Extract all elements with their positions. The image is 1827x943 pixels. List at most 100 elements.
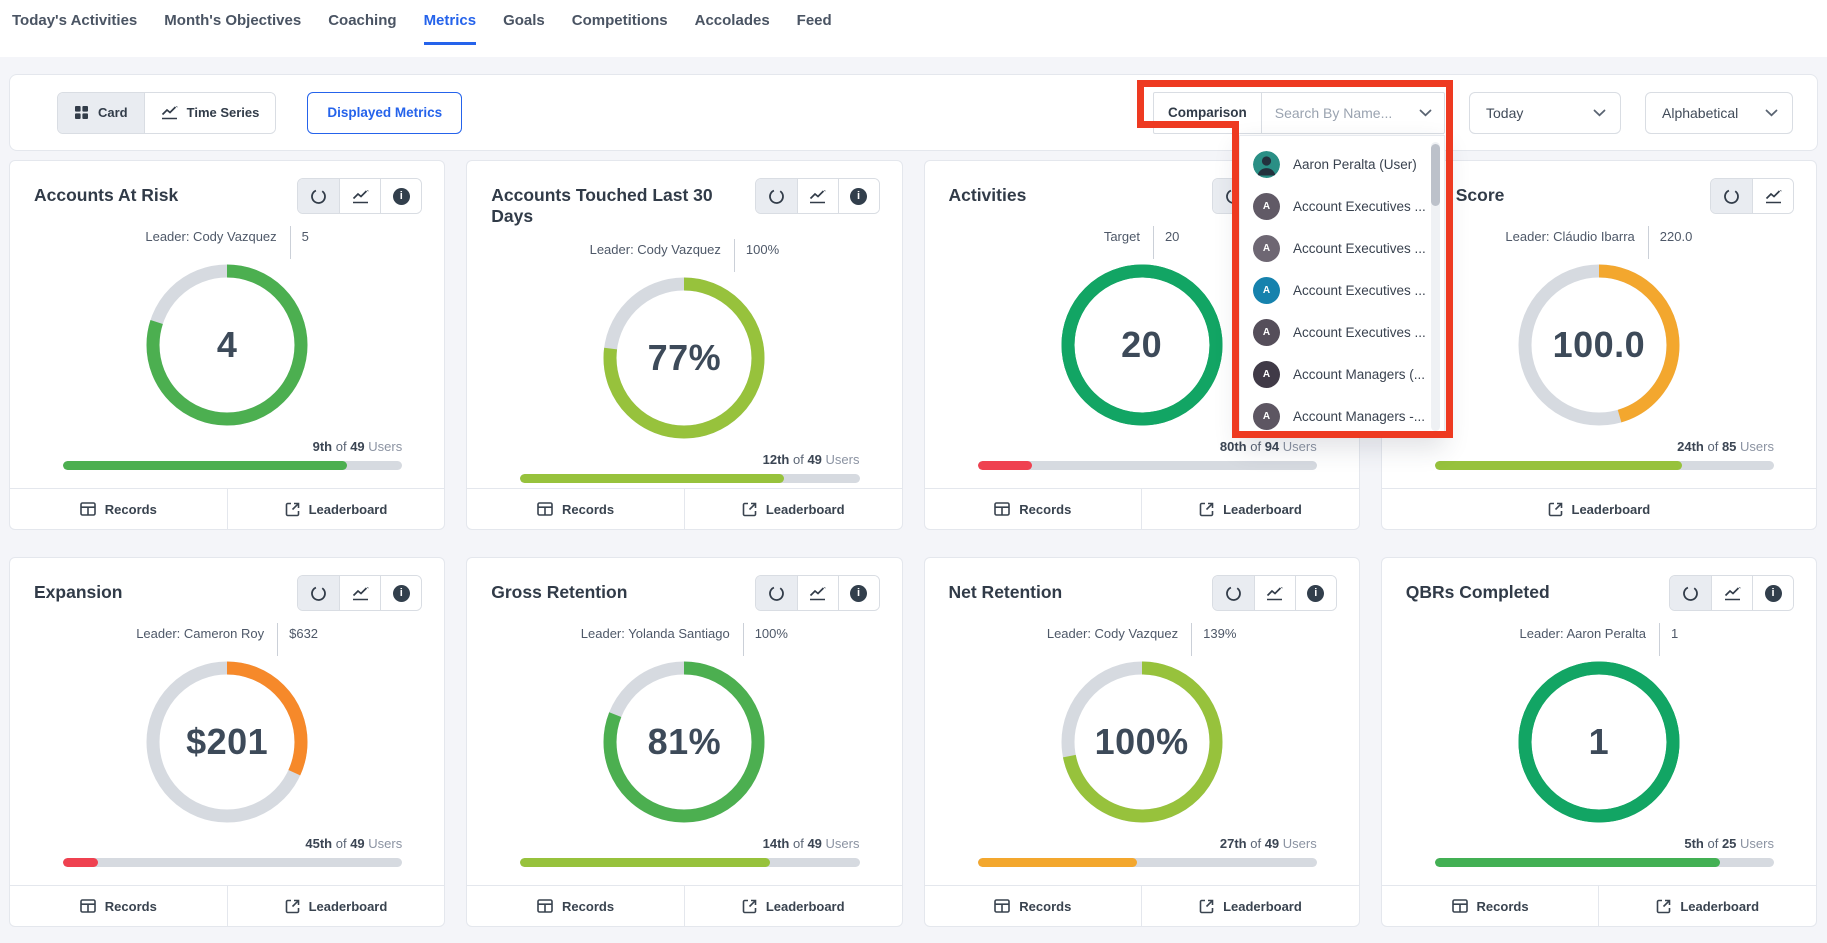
leaderboard-button[interactable]: Leaderboard: [1598, 886, 1816, 926]
info-button[interactable]: i: [1295, 576, 1336, 610]
leader-row: Leader: Cody Vazquez 139%: [925, 626, 1359, 646]
rank-progress-fill: [1435, 461, 1682, 470]
line-chart-icon: [161, 105, 178, 120]
nav-item-feed[interactable]: Feed: [797, 12, 832, 42]
donut-view-button[interactable]: [298, 179, 339, 213]
comparison-search-select[interactable]: Search By Name...: [1262, 93, 1444, 133]
card-footer: Records Leaderboard: [10, 488, 444, 529]
time-series-view-button[interactable]: [1752, 179, 1793, 213]
metric-value: 100.0: [1516, 262, 1682, 428]
records-button[interactable]: Records: [925, 886, 1142, 926]
rank-progress-bar: [63, 858, 402, 867]
leaderboard-button[interactable]: Leaderboard: [227, 886, 445, 926]
card-view-icons: i: [297, 575, 422, 611]
nav-item-competitions[interactable]: Competitions: [572, 12, 668, 42]
rank-position: 24th: [1677, 439, 1704, 454]
records-button[interactable]: Records: [925, 489, 1142, 529]
nav-item-todays-activities[interactable]: Today's Activities: [12, 12, 137, 42]
card-view-icons: i: [755, 178, 880, 214]
avatar-letter: A: [1263, 243, 1270, 254]
dropdown-list-item[interactable]: A Account Executives ...: [1240, 312, 1444, 354]
leader-label: Leader: Yolanda Santiago: [581, 626, 730, 641]
nav-item-coaching[interactable]: Coaching: [328, 12, 396, 42]
top-navigation: Today's Activities Month's Objectives Co…: [0, 0, 1827, 57]
leader-row: Leader: Cody Vazquez 5: [10, 229, 444, 249]
leaderboard-button[interactable]: Leaderboard: [1141, 489, 1359, 529]
time-series-view-button[interactable]: [1711, 576, 1752, 610]
rank-position: 27th: [1220, 836, 1247, 851]
displayed-metrics-button[interactable]: Displayed Metrics: [307, 92, 462, 134]
sort-filter-value: Alphabetical: [1662, 105, 1738, 121]
leaderboard-label: Leaderboard: [1680, 899, 1759, 914]
records-button[interactable]: Records: [10, 886, 227, 926]
records-label: Records: [562, 899, 614, 914]
dropdown-list-item[interactable]: A Account Executives ...: [1240, 270, 1444, 312]
time-series-view-button[interactable]: [1254, 576, 1295, 610]
nav-item-accolades[interactable]: Accolades: [695, 12, 770, 42]
avatar: [1253, 151, 1280, 178]
dropdown-list-item[interactable]: Aaron Peralta (User): [1240, 144, 1444, 186]
info-button[interactable]: i: [380, 179, 421, 213]
avatar: A: [1253, 235, 1280, 262]
leaderboard-button[interactable]: Leaderboard: [1382, 489, 1816, 529]
time-series-view-button[interactable]: [797, 179, 838, 213]
rank-total: 49: [350, 439, 364, 454]
rank-users-label: Users: [368, 439, 402, 454]
leaderboard-button[interactable]: Leaderboard: [227, 489, 445, 529]
info-button[interactable]: i: [838, 576, 879, 610]
donut-chart: 77%: [601, 275, 767, 441]
records-button[interactable]: Records: [1382, 886, 1599, 926]
dropdown-list-item[interactable]: A Account Executives ...: [1240, 228, 1444, 270]
leader-divider: [734, 239, 735, 272]
dropdown-list-item[interactable]: A Account Managers -...: [1240, 396, 1444, 438]
time-series-view-label: Time Series: [187, 105, 260, 120]
rank-total: 94: [1265, 439, 1279, 454]
dropdown-item-label: Account Managers (...: [1293, 367, 1425, 382]
records-button[interactable]: Records: [467, 886, 684, 926]
rank-progress-fill: [978, 461, 1032, 470]
card-title: Gross Retention: [491, 575, 627, 603]
dropdown-list-item[interactable]: A Account Managers (...: [1240, 354, 1444, 396]
dropdown-list-item[interactable]: A Account Executives ...: [1240, 186, 1444, 228]
rank-progress-fill: [1435, 858, 1720, 867]
table-icon: [80, 899, 96, 913]
avatar-letter: A: [1263, 411, 1270, 422]
leaderboard-button[interactable]: Leaderboard: [684, 886, 902, 926]
donut-view-button[interactable]: [756, 179, 797, 213]
dropdown-items: Aaron Peralta (User) A Account Executive…: [1240, 144, 1444, 438]
avatar: A: [1253, 277, 1280, 304]
info-button[interactable]: i: [1752, 576, 1793, 610]
sort-filter-select[interactable]: Alphabetical: [1645, 92, 1793, 134]
time-series-view-button[interactable]: Time Series: [144, 93, 276, 133]
time-series-view-button[interactable]: [339, 179, 380, 213]
donut-view-button[interactable]: [1670, 576, 1711, 610]
rank-row: 9th of 49 Users: [10, 439, 444, 454]
donut-view-button[interactable]: [1213, 576, 1254, 610]
donut-view-button[interactable]: [298, 576, 339, 610]
dropdown-scrollbar[interactable]: [1431, 142, 1440, 431]
info-button[interactable]: i: [838, 179, 879, 213]
donut-view-button[interactable]: [756, 576, 797, 610]
line-chart-icon: [1765, 189, 1782, 204]
table-icon: [537, 899, 553, 913]
nav-item-months-objectives[interactable]: Month's Objectives: [164, 12, 301, 42]
leader-row: Leader: Cody Vazquez 100%: [467, 242, 901, 262]
nav-item-metrics[interactable]: Metrics: [424, 12, 477, 45]
date-filter-select[interactable]: Today: [1469, 92, 1621, 134]
rank-of-label: of: [1707, 439, 1721, 454]
info-button[interactable]: i: [380, 576, 421, 610]
time-series-view-button[interactable]: [339, 576, 380, 610]
leaderboard-button[interactable]: Leaderboard: [1141, 886, 1359, 926]
leaderboard-label: Leaderboard: [766, 502, 845, 517]
records-button[interactable]: Records: [10, 489, 227, 529]
leaderboard-button[interactable]: Leaderboard: [684, 489, 902, 529]
avatar-letter: A: [1263, 369, 1270, 380]
dropdown-scrollbar-thumb[interactable]: [1431, 144, 1440, 206]
donut-view-button[interactable]: [1711, 179, 1752, 213]
card-title: QBRs Completed: [1406, 575, 1550, 603]
card-view-button[interactable]: Card: [58, 93, 144, 133]
rank-row: 5th of 25 Users: [1382, 836, 1816, 851]
records-button[interactable]: Records: [467, 489, 684, 529]
time-series-view-button[interactable]: [797, 576, 838, 610]
nav-item-goals[interactable]: Goals: [503, 12, 545, 42]
